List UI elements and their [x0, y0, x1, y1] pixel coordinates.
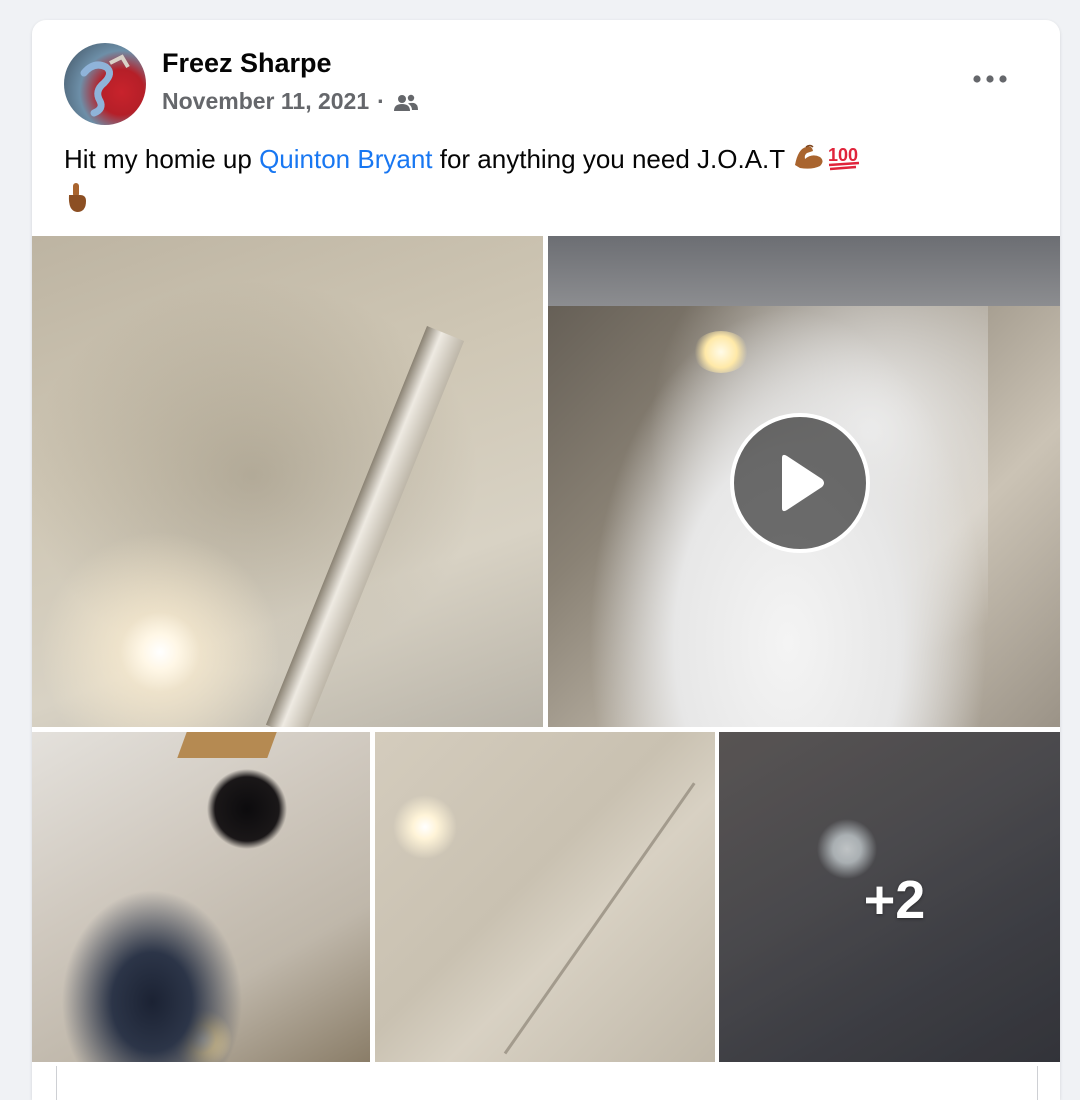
dark-ceiling-photo[interactable]: +2 [719, 732, 1060, 1062]
more-photos-count[interactable]: +2 [719, 732, 1060, 1062]
insulation-falling-video[interactable] [548, 236, 1060, 727]
repaired-ceiling-photo[interactable] [375, 732, 715, 1062]
author-name[interactable]: Freez Sharpe [162, 48, 332, 79]
video-lamp [693, 331, 749, 373]
hundred-points-emoji: 100 [826, 141, 862, 181]
play-icon[interactable] [730, 413, 870, 553]
flexed-biceps-emoji [792, 141, 826, 181]
friends-icon[interactable] [393, 92, 419, 112]
pointing-up-emoji [64, 181, 90, 225]
post-text: Hit my homie up Quinton Bryant for anyth… [64, 140, 1024, 225]
post-date[interactable]: November 11, 2021 [162, 88, 369, 115]
svg-text:100: 100 [828, 145, 858, 165]
ceiling-stain-photo[interactable] [32, 236, 543, 727]
avatar[interactable] [64, 43, 146, 125]
ceiling-beam [265, 326, 465, 727]
post-card: Freez Sharpe November 11, 2021 · Hit my … [32, 20, 1060, 1100]
meta-separator: · [377, 88, 385, 114]
post-meta: November 11, 2021 · [162, 88, 419, 115]
ceiling-edge [503, 782, 696, 1055]
exposed-wood [177, 732, 277, 758]
mention-link[interactable]: Quinton Bryant [259, 144, 432, 174]
more-options-icon[interactable] [970, 64, 1010, 94]
post-text-after: for anything you need J.O.A.T [432, 144, 792, 174]
video-ceiling [548, 236, 1060, 306]
ceiling-hole-photo[interactable] [32, 732, 370, 1062]
post-footer [56, 1066, 1038, 1100]
post-text-before: Hit my homie up [64, 144, 260, 174]
